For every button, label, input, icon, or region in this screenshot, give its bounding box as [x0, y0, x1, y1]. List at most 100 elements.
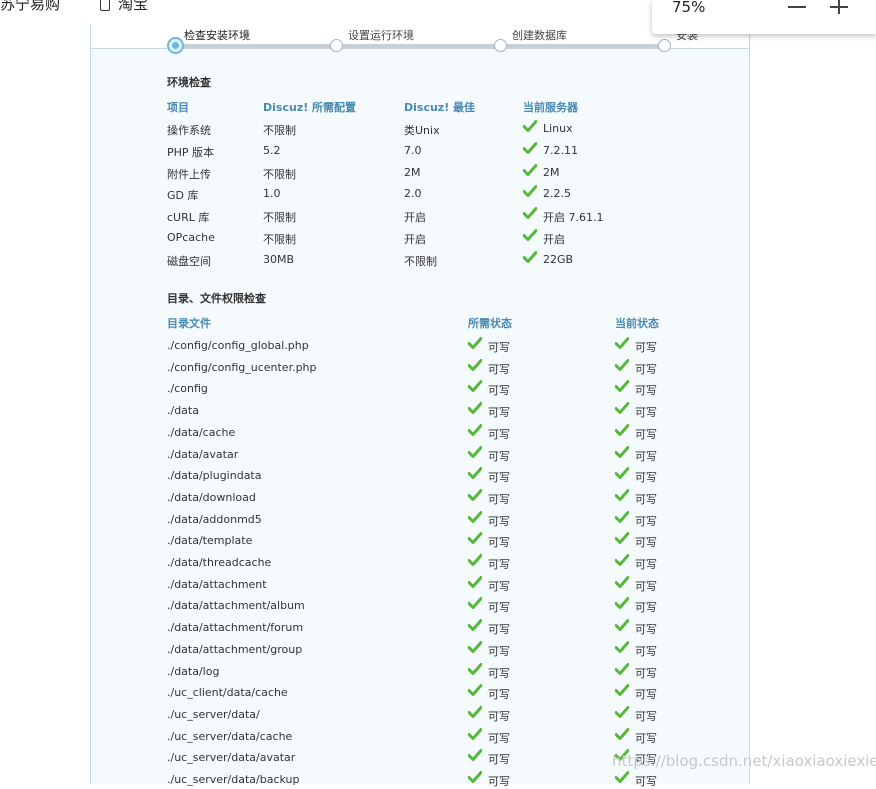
bookmark-label: 苏宁易购 [0, 0, 61, 13]
check-icon [468, 488, 482, 501]
dir-required: 可写 [488, 709, 510, 723]
dir-current: 可写 [635, 709, 657, 723]
bookmark-suning[interactable]: 苏宁易购 [0, 0, 60, 14]
dir-required: 可写 [488, 601, 510, 615]
check-icon [615, 445, 629, 458]
dir-required: 可写 [488, 406, 510, 420]
dir-path: ./uc_server/data/cache [167, 729, 293, 743]
dir-required: 可写 [488, 731, 510, 745]
dir-current: 可写 [635, 558, 657, 571]
env-check-title: 环境检查 [167, 76, 211, 89]
env-item: GD 库 [167, 189, 199, 203]
env-current: 22GB [543, 252, 574, 266]
dir-required: 可写 [488, 558, 510, 571]
check-icon [468, 532, 482, 545]
env-current: Linux [543, 122, 573, 135]
env-best: 7.0 [404, 143, 422, 157]
dir-path: ./data/cache [167, 425, 236, 439]
installer-panel: 检查安装环境 设置运行环境 创建数据库 安装 环境检查 项目 Discuz! 所… [90, 24, 750, 788]
env-item: PHP 版本 [167, 145, 215, 159]
dir-path: ./data [167, 404, 199, 418]
check-icon [615, 510, 629, 523]
check-icon [615, 575, 629, 588]
dir-current: 可写 [635, 623, 657, 637]
env-current: 开启 [543, 233, 565, 246]
dir-current: 可写 [635, 492, 657, 506]
env-header-best: Discuz! 最佳 [404, 101, 476, 114]
dir-path: ./data/download [167, 490, 256, 504]
check-icon [615, 662, 629, 675]
dir-required: 可写 [488, 492, 510, 506]
dir-current: 可写 [635, 384, 657, 398]
progress-track [175, 44, 665, 49]
dir-header-required: 所需状态 [468, 317, 512, 330]
dir-path: ./data/threadcache [167, 556, 272, 569]
check-icon [468, 402, 482, 415]
zoom-in-button[interactable] [824, 0, 854, 20]
step-dot-2 [330, 39, 343, 52]
env-best: 类Unix [404, 124, 440, 137]
step-label-2: 设置运行环境 [348, 29, 414, 42]
env-current: 7.2.11 [543, 143, 578, 157]
dir-path: ./uc_client/data/cache [167, 686, 288, 700]
check-icon [615, 532, 629, 545]
zoom-popup: 75% [652, 0, 876, 34]
bookmark-taobao[interactable]: 淘宝 [100, 0, 148, 14]
env-header-current: 当前服务器 [523, 101, 578, 114]
env-required: 不限制 [263, 233, 296, 246]
dir-required: 可写 [488, 471, 510, 485]
dir-path: ./data/template [167, 534, 253, 548]
dir-required: 可写 [488, 341, 510, 354]
dir-path: ./data/addonmd5 [167, 512, 262, 526]
env-required: 不限制 [263, 167, 296, 181]
dir-current: 可写 [635, 775, 657, 788]
env-best: 开启 [404, 233, 426, 246]
env-required: 30MB [263, 252, 295, 266]
dir-required: 可写 [488, 384, 510, 398]
check-icon [468, 358, 482, 371]
dir-current: 可写 [635, 536, 657, 550]
check-icon [523, 185, 537, 198]
env-item: 附件上传 [167, 167, 211, 181]
check-icon [615, 423, 629, 436]
dir-current: 可写 [635, 601, 657, 615]
check-icon [468, 380, 482, 393]
zoom-out-button[interactable] [782, 0, 812, 20]
check-icon [523, 207, 537, 220]
check-icon [615, 358, 629, 371]
dir-required: 可写 [488, 427, 510, 441]
dir-path: ./data/log [167, 664, 220, 678]
env-item: 磁盘空间 [167, 254, 211, 268]
env-item: 操作系统 [167, 124, 211, 137]
dir-required: 可写 [488, 449, 510, 463]
check-icon [468, 749, 482, 762]
check-icon [468, 662, 482, 675]
check-icon [615, 684, 629, 697]
dir-required: 可写 [488, 666, 510, 680]
dir-current: 可写 [635, 427, 657, 441]
dir-required: 可写 [488, 644, 510, 658]
env-required: 不限制 [263, 124, 296, 137]
dir-required: 可写 [488, 623, 510, 637]
check-icon [615, 705, 629, 718]
env-item: OPcache [167, 231, 215, 244]
env-item: cURL 库 [167, 211, 210, 225]
check-icon [468, 445, 482, 458]
dir-path: ./data/attachment/forum [167, 621, 304, 635]
check-icon [468, 619, 482, 632]
check-icon [468, 575, 482, 588]
dir-required: 可写 [488, 514, 510, 528]
check-icon [468, 337, 482, 349]
env-best: 2M [404, 165, 421, 179]
bookmark-label: 淘宝 [118, 0, 149, 13]
dir-required: 可写 [488, 775, 510, 788]
env-required: 不限制 [263, 211, 296, 225]
dir-path: ./uc_server/data/avatar [167, 751, 296, 765]
step-dot-1 [167, 37, 184, 54]
dir-path: ./data/plugindata [167, 469, 262, 483]
dir-current: 可写 [635, 406, 657, 420]
env-best: 开启 [404, 211, 426, 225]
dir-path: ./data/attachment/album [167, 599, 305, 613]
step-dot-3 [494, 39, 507, 52]
check-icon [615, 402, 629, 415]
